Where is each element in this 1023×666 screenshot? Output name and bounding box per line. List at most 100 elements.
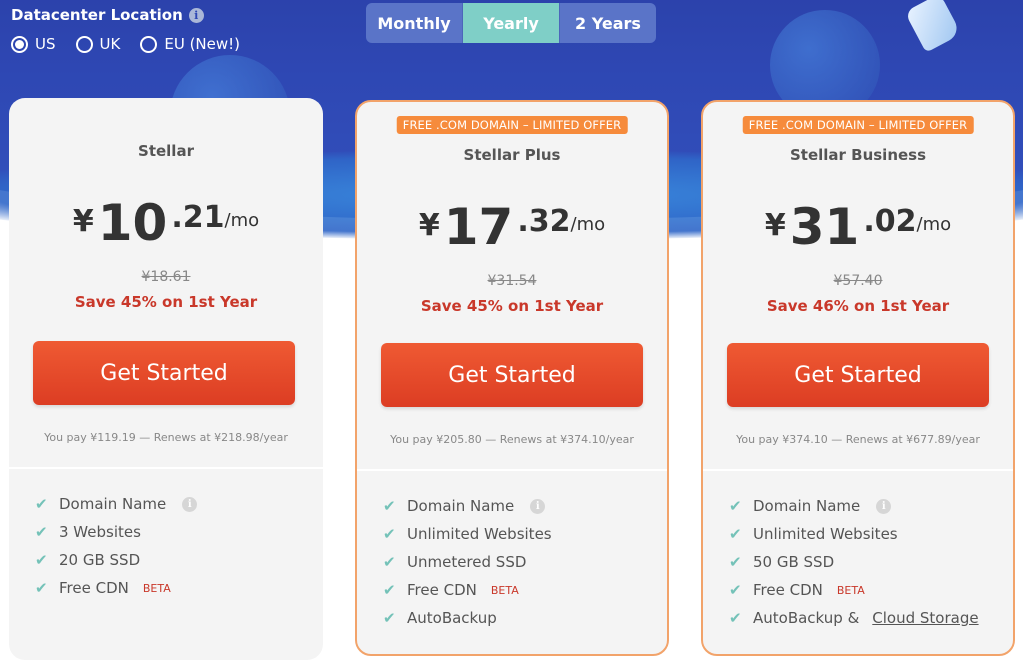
check-icon: ✔ — [35, 579, 48, 597]
divider — [357, 469, 667, 471]
savings-text: Save 46% on 1st Year — [766, 297, 950, 315]
feature-item: ✔ Domain Name i — [383, 492, 552, 520]
datacenter-options: US UK EU (New!) — [11, 35, 240, 53]
feature-item: ✔ Unlimited Websites — [729, 520, 979, 548]
feature-item: ✔ AutoBackup & Cloud Storage — [729, 604, 979, 632]
check-icon: ✔ — [729, 553, 742, 571]
feature-item: ✔ Free CDN BETA — [729, 576, 979, 604]
plan-card-stellar: Stellar ¥ 10 .21 /mo ¥18.61 Save 45% on … — [9, 98, 323, 660]
info-icon[interactable]: i — [876, 498, 892, 514]
check-icon: ✔ — [383, 609, 396, 627]
renewal-info: You pay ¥119.19 — Renews at ¥218.98/year — [44, 431, 288, 444]
offer-badge: FREE .COM DOMAIN – LIMITED OFFER — [396, 116, 628, 134]
renewal-info: You pay ¥205.80 — Renews at ¥374.10/year — [390, 433, 634, 446]
feature-text: AutoBackup & — [753, 609, 860, 627]
divider — [703, 469, 1013, 471]
feature-text: Unlimited Websites — [407, 525, 552, 543]
check-icon: ✔ — [35, 523, 48, 541]
beta-badge: BETA — [142, 581, 171, 595]
price-integer: 31 — [789, 198, 860, 256]
radio-us[interactable] — [11, 35, 28, 53]
original-price: ¥31.54 — [487, 273, 537, 289]
plan-card-stellar-business: FREE .COM DOMAIN – LIMITED OFFER Stellar… — [701, 100, 1015, 656]
price-integer: 10 — [97, 194, 168, 252]
feature-item: ✔ Domain Name i — [35, 490, 198, 518]
feature-item: ✔ 3 Websites — [35, 518, 197, 546]
check-icon: ✔ — [729, 497, 742, 515]
price-period: /mo — [570, 214, 606, 235]
plan-card-stellar-plus: FREE .COM DOMAIN – LIMITED OFFER Stellar… — [355, 100, 669, 656]
billing-monthly-tab[interactable]: Monthly — [366, 3, 463, 43]
datacenter-option-uk[interactable]: UK — [75, 35, 120, 53]
feature-text: Free CDN — [407, 581, 477, 599]
datacenter-option-us[interactable]: US — [11, 35, 56, 53]
check-icon: ✔ — [35, 551, 48, 569]
beta-badge: BETA — [490, 583, 519, 597]
plan-price: ¥ 31 .02 /mo — [703, 194, 1013, 260]
beta-badge: BETA — [836, 583, 865, 597]
plan-price: ¥ 17 .32 /mo — [357, 194, 667, 260]
info-icon[interactable]: i — [188, 7, 204, 23]
price-decimal: .21 — [171, 200, 225, 235]
feature-text: Free CDN — [753, 581, 823, 599]
plan-name: Stellar Business — [789, 146, 927, 164]
feature-text: Domain Name — [753, 497, 861, 515]
feature-item: ✔ Unlimited Websites — [383, 520, 552, 548]
feature-item: ✔ 20 GB SSD — [35, 546, 197, 574]
feature-item: ✔ Free CDN BETA — [383, 576, 552, 604]
original-price: ¥57.40 — [833, 273, 883, 289]
cloud-storage-link[interactable]: Cloud Storage — [872, 609, 978, 627]
get-started-button[interactable]: Get Started — [381, 343, 643, 407]
check-icon: ✔ — [383, 497, 396, 515]
datacenter-option-eu[interactable]: EU (New!) — [140, 35, 240, 53]
feature-item: ✔ AutoBackup — [383, 604, 552, 632]
plan-name: Stellar Plus — [463, 146, 561, 164]
check-icon: ✔ — [383, 525, 396, 543]
price-period: /mo — [916, 214, 952, 235]
price-currency: ¥ — [418, 208, 440, 243]
datacenter-option-label: US — [35, 35, 56, 53]
feature-item: ✔ Unmetered SSD — [383, 548, 552, 576]
feature-text: Domain Name — [59, 495, 167, 513]
check-icon: ✔ — [729, 525, 742, 543]
radio-eu[interactable] — [140, 35, 158, 53]
feature-list: ✔ Domain Name i ✔ Unlimited Websites ✔ U… — [383, 492, 552, 632]
feature-text: 20 GB SSD — [59, 551, 141, 569]
check-icon: ✔ — [729, 581, 742, 599]
price-period: /mo — [224, 210, 260, 231]
renewal-info: You pay ¥374.10 — Renews at ¥677.89/year — [736, 433, 980, 446]
check-icon: ✔ — [383, 581, 396, 599]
feature-list: ✔ Domain Name i ✔ Unlimited Websites ✔ 5… — [729, 492, 979, 632]
price-integer: 17 — [443, 198, 514, 256]
divider — [9, 467, 323, 469]
feature-text: Free CDN — [59, 579, 129, 597]
feature-text: Unmetered SSD — [407, 553, 527, 571]
get-started-button[interactable]: Get Started — [33, 341, 295, 405]
info-icon[interactable]: i — [530, 498, 546, 514]
plan-price: ¥ 10 .21 /mo — [9, 190, 323, 256]
price-decimal: .02 — [863, 204, 917, 239]
datacenter-title: Datacenter Location i — [11, 4, 240, 26]
plan-name: Stellar — [138, 142, 194, 160]
feature-item: ✔ Domain Name i — [729, 492, 979, 520]
check-icon: ✔ — [383, 553, 396, 571]
billing-period-toggle: Monthly Yearly 2 Years — [366, 3, 656, 43]
radio-uk[interactable] — [75, 35, 93, 53]
savings-text: Save 45% on 1st Year — [420, 297, 604, 315]
feature-text: Domain Name — [407, 497, 515, 515]
info-icon[interactable]: i — [182, 496, 198, 512]
check-icon: ✔ — [35, 495, 48, 513]
datacenter-title-text: Datacenter Location — [11, 6, 183, 24]
feature-text: 3 Websites — [59, 523, 141, 541]
price-currency: ¥ — [764, 208, 786, 243]
get-started-button[interactable]: Get Started — [727, 343, 989, 407]
feature-text: AutoBackup — [407, 609, 497, 627]
savings-text: Save 45% on 1st Year — [74, 293, 258, 311]
billing-2years-tab[interactable]: 2 Years — [560, 3, 656, 43]
feature-text: Unlimited Websites — [753, 525, 898, 543]
price-decimal: .32 — [517, 204, 571, 239]
feature-item: ✔ 50 GB SSD — [729, 548, 979, 576]
datacenter-option-label: EU (New!) — [164, 35, 241, 53]
billing-yearly-tab[interactable]: Yearly — [463, 3, 560, 43]
offer-badge: FREE .COM DOMAIN – LIMITED OFFER — [742, 116, 974, 134]
